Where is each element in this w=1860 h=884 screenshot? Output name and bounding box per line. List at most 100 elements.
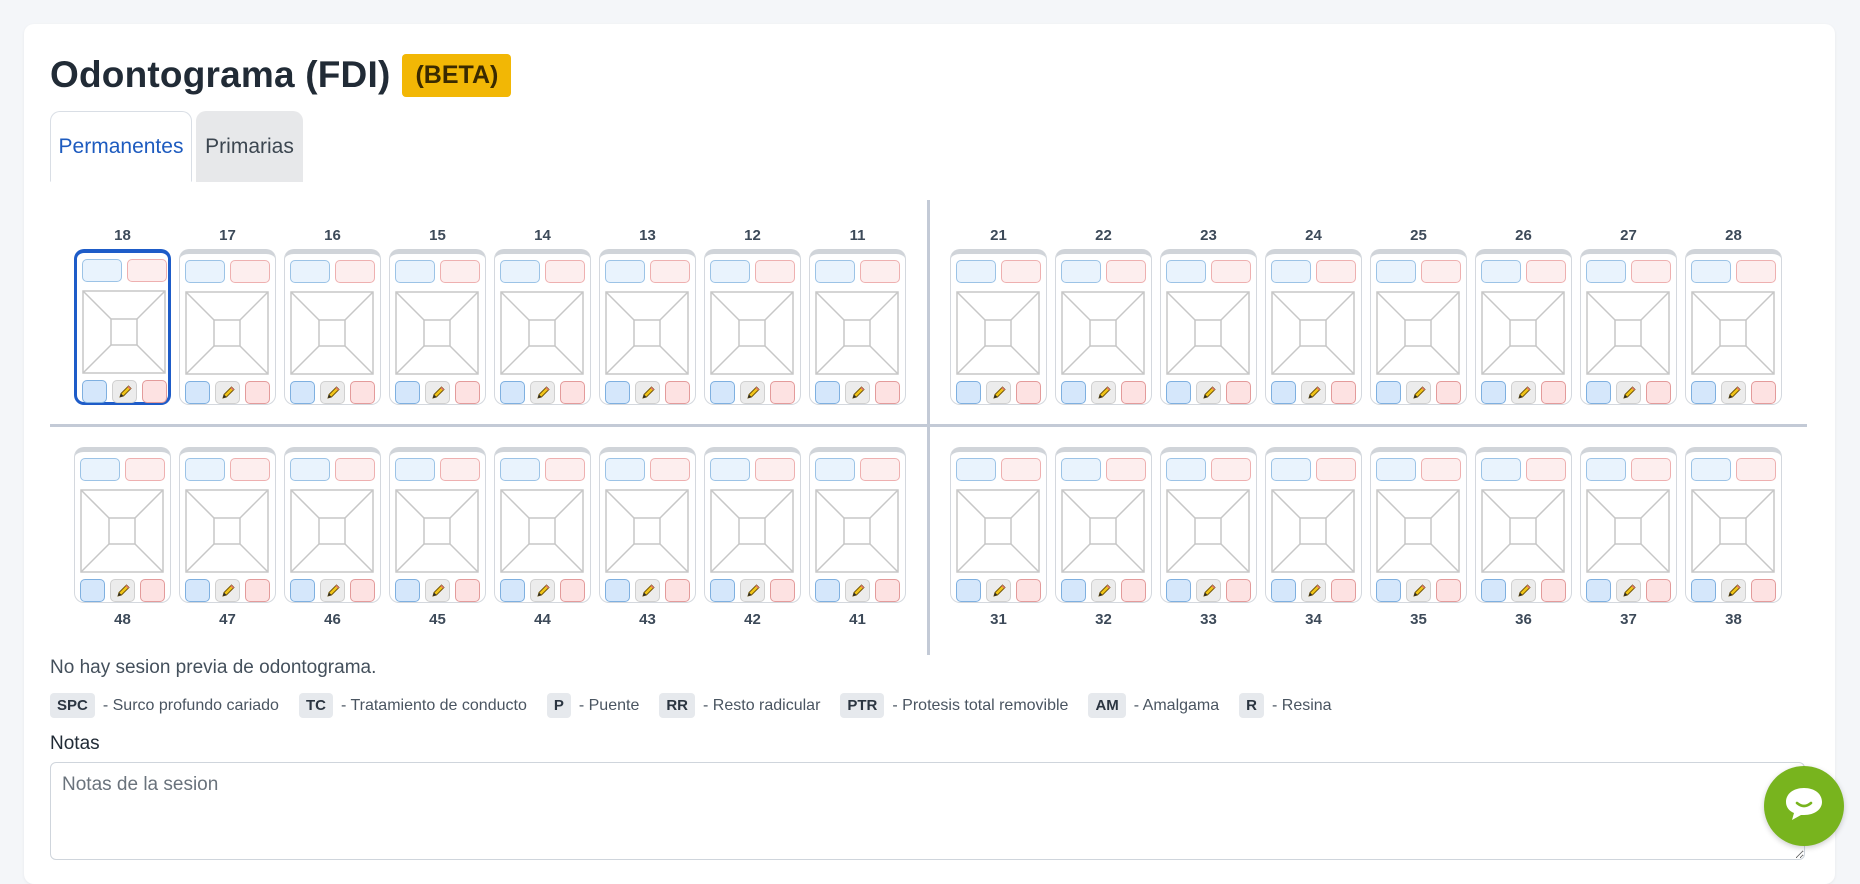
tooth-marker-blue[interactable] [956,260,996,283]
tooth-status-red-button[interactable] [560,381,585,404]
tooth-status-red-button[interactable] [665,579,690,602]
tooth-surface-diagram[interactable] [956,489,1040,573]
tooth-surface-diagram[interactable] [1481,489,1565,573]
tooth-edit-button[interactable] [530,381,555,404]
tooth-surface-diagram[interactable] [1481,291,1565,375]
tooth-status-red-button[interactable] [1226,381,1251,404]
tooth-status-blue-button[interactable] [185,579,210,602]
tooth-marker-red[interactable] [650,260,690,283]
tooth-card[interactable] [1475,249,1572,405]
tooth-status-red-button[interactable] [1331,381,1356,404]
tooth-surface-diagram[interactable] [290,291,374,375]
tooth-marker-blue[interactable] [1691,260,1731,283]
tooth-marker-blue[interactable] [815,458,855,481]
tooth-edit-button[interactable] [320,579,345,602]
tooth-surface-diagram[interactable] [82,290,166,374]
tooth-card[interactable] [950,249,1047,405]
tooth-card[interactable] [950,447,1047,603]
tooth-status-red-button[interactable] [875,381,900,404]
notes-textarea[interactable] [50,762,1805,860]
tooth-marker-red[interactable] [1736,260,1776,283]
tooth-marker-red[interactable] [440,458,480,481]
tooth-status-red-button[interactable] [1016,579,1041,602]
tooth-edit-button[interactable] [1721,381,1746,404]
tooth-surface-diagram[interactable] [1586,489,1670,573]
tooth-marker-red[interactable] [127,259,167,282]
tooth-marker-red[interactable] [1526,458,1566,481]
tooth-edit-button[interactable] [1301,381,1326,404]
tooth-edit-button[interactable] [1091,579,1116,602]
tooth-surface-diagram[interactable] [815,291,899,375]
tooth-marker-red[interactable] [1001,458,1041,481]
tooth-edit-button[interactable] [112,380,137,403]
tooth-status-blue-button[interactable] [605,579,630,602]
tooth-status-red-button[interactable] [665,381,690,404]
tooth-status-blue-button[interactable] [605,381,630,404]
tooth-status-red-button[interactable] [455,579,480,602]
tooth-status-blue-button[interactable] [956,579,981,602]
tooth-edit-button[interactable] [1511,381,1536,404]
tooth-card[interactable] [1160,447,1257,603]
tooth-marker-blue[interactable] [80,458,120,481]
tooth-edit-button[interactable] [1721,579,1746,602]
tooth-marker-red[interactable] [230,458,270,481]
tooth-card[interactable] [1265,249,1362,405]
tooth-status-blue-button[interactable] [710,579,735,602]
tooth-card[interactable] [1055,447,1152,603]
tooth-edit-button[interactable] [635,579,660,602]
tooth-status-red-button[interactable] [1121,381,1146,404]
tooth-card[interactable] [494,249,591,405]
tooth-card[interactable] [389,447,486,603]
tooth-status-red-button[interactable] [245,381,270,404]
tooth-status-blue-button[interactable] [1691,579,1716,602]
tooth-marker-blue[interactable] [710,260,750,283]
tooth-status-blue-button[interactable] [1166,579,1191,602]
tooth-status-blue-button[interactable] [500,381,525,404]
tooth-marker-red[interactable] [1736,458,1776,481]
chat-button[interactable] [1764,766,1844,846]
tooth-card[interactable] [1160,249,1257,405]
tooth-marker-blue[interactable] [1271,458,1311,481]
tooth-surface-diagram[interactable] [605,489,689,573]
tooth-surface-diagram[interactable] [710,489,794,573]
tooth-edit-button[interactable] [1511,579,1536,602]
tooth-edit-button[interactable] [845,579,870,602]
tooth-status-blue-button[interactable] [1376,579,1401,602]
tooth-marker-blue[interactable] [1166,260,1206,283]
tooth-status-red-button[interactable] [140,579,165,602]
tooth-status-blue-button[interactable] [1061,579,1086,602]
tooth-card[interactable] [704,249,801,405]
tooth-status-blue-button[interactable] [185,381,210,404]
tooth-edit-button[interactable] [425,381,450,404]
tooth-status-red-button[interactable] [350,579,375,602]
tooth-card[interactable] [179,447,276,603]
tooth-marker-blue[interactable] [500,458,540,481]
tooth-card[interactable] [599,447,696,603]
tooth-edit-button[interactable] [215,381,240,404]
tab-permanentes[interactable]: Permanentes [50,111,192,182]
tooth-marker-blue[interactable] [1481,260,1521,283]
tooth-edit-button[interactable] [110,579,135,602]
tooth-surface-diagram[interactable] [1166,489,1250,573]
tooth-marker-red[interactable] [230,260,270,283]
tooth-status-blue-button[interactable] [1166,381,1191,404]
tooth-card[interactable] [284,249,381,405]
tooth-marker-red[interactable] [440,260,480,283]
tooth-marker-red[interactable] [650,458,690,481]
tooth-card[interactable] [74,447,171,603]
tooth-status-red-button[interactable] [1436,381,1461,404]
tooth-status-red-button[interactable] [1016,381,1041,404]
tooth-surface-diagram[interactable] [185,291,269,375]
tooth-card[interactable] [1580,447,1677,603]
tooth-surface-diagram[interactable] [500,291,584,375]
tooth-status-red-button[interactable] [350,381,375,404]
tooth-card[interactable] [284,447,381,603]
tooth-status-red-button[interactable] [560,579,585,602]
tooth-surface-diagram[interactable] [710,291,794,375]
tooth-status-blue-button[interactable] [395,381,420,404]
tooth-status-blue-button[interactable] [1061,381,1086,404]
tooth-status-blue-button[interactable] [710,381,735,404]
tooth-marker-red[interactable] [860,260,900,283]
tooth-marker-blue[interactable] [290,260,330,283]
tooth-marker-red[interactable] [1631,458,1671,481]
